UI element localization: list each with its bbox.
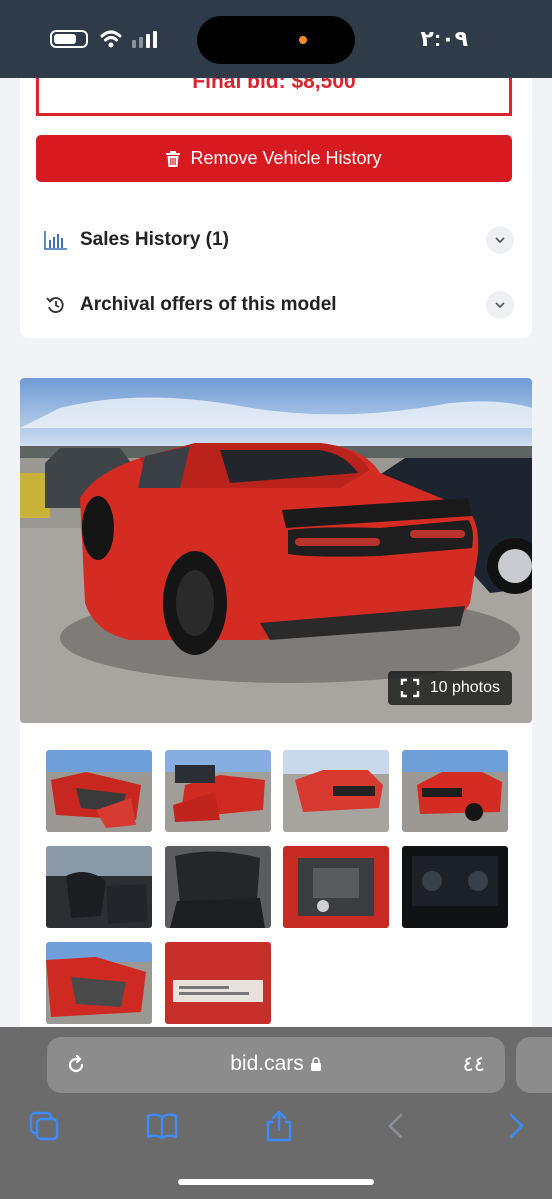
tabs-icon[interactable] [27,1109,61,1143]
final-bid-box: Final bid: $8,500 [36,78,512,116]
browser-toolbar: bid.cars ٤٤ [0,1027,552,1199]
thumbnail[interactable] [402,750,508,832]
archival-offers-accordion[interactable]: Archival offers of this model [44,285,514,325]
archival-offers-label: Archival offers of this model [80,294,337,315]
back-icon[interactable] [380,1109,414,1143]
thumbnail[interactable] [283,750,389,832]
status-time: ٢:٠٩ [420,26,468,51]
wifi-icon [100,30,122,48]
sales-history-label: Sales History (1) [80,229,229,250]
history-icon [46,297,64,313]
final-bid-text: Final bid: $8,500 [192,78,356,93]
privacy-indicator [299,36,307,44]
forward-icon[interactable] [498,1109,532,1143]
photo-gallery: 10 photos [20,378,532,1028]
next-tab-preview[interactable] [516,1037,552,1093]
address-bar[interactable]: bid.cars ٤٤ [47,1037,505,1093]
url-text: bid.cars [230,1052,304,1075]
url-display[interactable]: bid.cars [47,1052,505,1076]
home-indicator [178,1179,374,1185]
photo-count-label: 10 photos [429,679,500,696]
thumbnail[interactable] [283,846,389,928]
lock-icon [310,1057,321,1071]
share-icon[interactable] [262,1109,296,1143]
status-bar: ٢:٠٩ [0,0,552,78]
thumbnail[interactable] [165,942,271,1024]
photo-count-badge[interactable]: 10 photos [387,671,512,705]
remove-vehicle-history-button[interactable]: Remove Vehicle History [36,135,512,182]
chevron-down-icon[interactable] [486,291,514,319]
signal-icon [132,31,157,48]
chevron-down-icon[interactable] [486,226,514,254]
dynamic-island [197,16,355,64]
remove-button-label: Remove Vehicle History [190,148,382,168]
sales-history-accordion[interactable]: Sales History (1) [44,220,514,260]
fullscreen-icon [400,678,419,698]
auction-result-card: Final bid: $8,500 Remove Vehicle History… [20,78,532,338]
tab-count[interactable]: ٤٤ [462,1052,485,1077]
main-vehicle-photo[interactable]: 10 photos [20,378,532,723]
trash-icon [166,150,181,167]
battery-icon [50,30,88,48]
bar-chart-icon [44,231,67,250]
thumbnail[interactable] [46,942,152,1024]
thumbnail[interactable] [402,846,508,928]
thumbnail[interactable] [46,846,152,928]
thumbnail[interactable] [165,750,271,832]
thumbnail[interactable] [46,750,152,832]
thumbnail[interactable] [165,846,271,928]
bookmarks-icon[interactable] [145,1109,179,1143]
